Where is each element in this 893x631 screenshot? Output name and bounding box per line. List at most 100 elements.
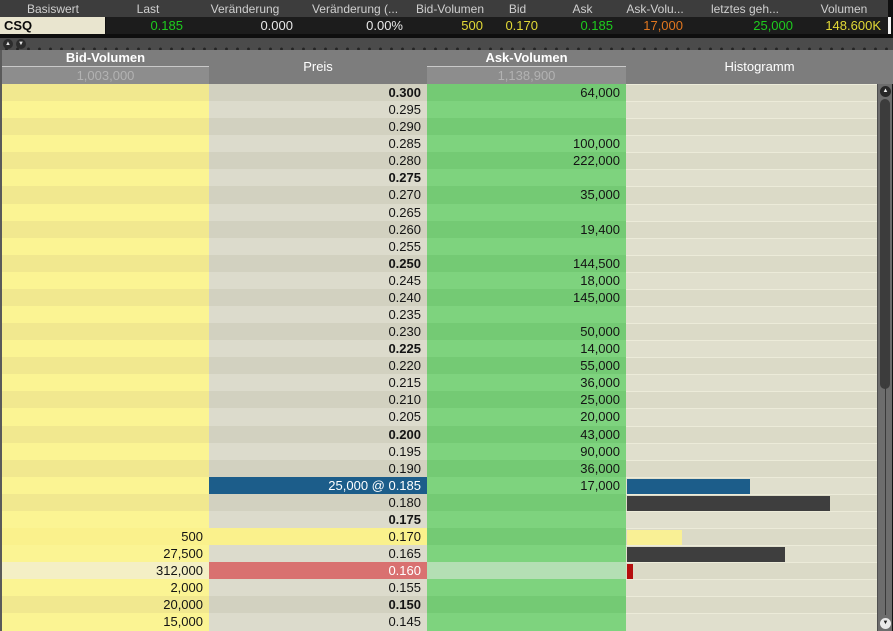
ask-volume-cell[interactable] <box>427 613 626 630</box>
ask-volume-cell[interactable]: 25,000 <box>427 391 626 408</box>
ask-volume-cell[interactable] <box>427 169 626 186</box>
price-cell[interactable]: 0.280 <box>209 152 427 169</box>
price-cell[interactable]: 0.165 <box>209 545 427 562</box>
ask-volume-cell[interactable] <box>427 545 626 562</box>
bid-volume-cell[interactable]: 27,500 <box>2 545 209 562</box>
bid-volume-cell[interactable] <box>2 340 209 357</box>
bid-volume-cell[interactable] <box>2 169 209 186</box>
ticker-col-header-ver-nderung[interactable]: Veränderung <box>190 0 300 17</box>
price-cell[interactable]: 0.205 <box>209 408 427 425</box>
price-cell[interactable]: 0.255 <box>209 238 427 255</box>
ask-volume-cell[interactable] <box>427 596 626 613</box>
price-cell[interactable]: 0.220 <box>209 357 427 374</box>
ask-volume-cell[interactable] <box>427 528 626 545</box>
ask-volume-cell[interactable]: 90,000 <box>427 443 626 460</box>
ticker-col-header-letztes-geh[interactable]: letztes geh... <box>690 0 800 17</box>
ask-volume-cell[interactable] <box>427 494 626 511</box>
scrollbar-up-button[interactable]: ▲ <box>880 86 891 97</box>
bid-volume-cell[interactable] <box>2 408 209 425</box>
bid-volume-cell[interactable]: 20,000 <box>2 596 209 613</box>
bid-volume-cell[interactable] <box>2 426 209 443</box>
collapse-up-button[interactable]: ▲ <box>3 39 13 49</box>
ticker-col-header-ver-nderung[interactable]: Veränderung (... <box>300 0 410 17</box>
vertical-scrollbar[interactable]: ▲ ▼ <box>877 84 893 631</box>
ticker-value-letztes-geh[interactable]: 25,000 <box>690 17 800 34</box>
ticker-col-header-volumen[interactable]: Volumen <box>800 0 888 17</box>
ask-volume-cell[interactable] <box>427 238 626 255</box>
price-cell[interactable]: 0.300 <box>209 84 427 101</box>
price-cell[interactable]: 0.285 <box>209 135 427 152</box>
ticker-col-header-last[interactable]: Last <box>106 0 190 17</box>
ask-volume-cell[interactable]: 20,000 <box>427 408 626 425</box>
bid-volume-cell[interactable] <box>2 477 209 494</box>
ticker-value-volumen[interactable]: 148.600K <box>800 17 888 34</box>
bid-volume-cell[interactable] <box>2 238 209 255</box>
ticker-col-header-ask-volu[interactable]: Ask-Volu... <box>620 0 690 17</box>
ticker-value-ver-nderung[interactable]: 0.00% <box>300 17 410 34</box>
bid-volume-cell[interactable] <box>2 101 209 118</box>
price-cell[interactable]: 0.260 <box>209 221 427 238</box>
price-cell[interactable]: 0.290 <box>209 118 427 135</box>
bid-volume-cell[interactable] <box>2 357 209 374</box>
bid-volume-cell[interactable] <box>2 152 209 169</box>
price-cell[interactable]: 0.170 <box>209 528 427 545</box>
scrollbar-thumb[interactable] <box>880 99 890 389</box>
ask-volume-cell[interactable]: 19,400 <box>427 221 626 238</box>
price-cell[interactable]: 0.190 <box>209 460 427 477</box>
price-cell[interactable]: 0.180 <box>209 494 427 511</box>
price-cell[interactable]: 0.210 <box>209 391 427 408</box>
ticker-col-header-basiswert[interactable]: Basiswert <box>0 0 106 17</box>
ticker-col-header-bid[interactable]: Bid <box>490 0 545 17</box>
price-cell[interactable]: 0.230 <box>209 323 427 340</box>
ask-volume-cell[interactable]: 100,000 <box>427 135 626 152</box>
bid-volume-cell[interactable] <box>2 289 209 306</box>
ask-volume-cell[interactable]: 144,500 <box>427 255 626 272</box>
ask-volume-cell[interactable]: 35,000 <box>427 186 626 203</box>
ask-volume-cell[interactable]: 36,000 <box>427 374 626 391</box>
ask-volume-cell[interactable]: 36,000 <box>427 460 626 477</box>
ask-volume-cell[interactable] <box>427 579 626 596</box>
ask-volume-cell[interactable]: 43,000 <box>427 426 626 443</box>
price-cell[interactable]: 0.265 <box>209 204 427 221</box>
ticker-col-header-bid-volumen[interactable]: Bid-Volumen <box>410 0 490 17</box>
ask-volume-cell[interactable] <box>427 562 626 579</box>
ticker-value-row[interactable]: CSQ0.1850.0000.00%5000.1700.18517,00025,… <box>0 17 893 34</box>
price-cell[interactable]: 0.225 <box>209 340 427 357</box>
ask-volume-cell[interactable] <box>427 204 626 221</box>
price-cell[interactable]: 25,000 @ 0.185 <box>209 477 427 494</box>
dotted-splitter[interactable]: ▲ ▼ <box>0 38 893 50</box>
bid-volume-cell[interactable] <box>2 186 209 203</box>
bid-volume-cell[interactable] <box>2 255 209 272</box>
ticker-value-ask[interactable]: 0.185 <box>545 17 620 34</box>
bid-volume-cell[interactable] <box>2 443 209 460</box>
ask-volume-cell[interactable]: 14,000 <box>427 340 626 357</box>
price-cell[interactable]: 0.235 <box>209 306 427 323</box>
price-cell[interactable]: 0.200 <box>209 426 427 443</box>
collapse-down-button[interactable]: ▼ <box>16 39 26 49</box>
ask-volume-cell[interactable]: 17,000 <box>427 477 626 494</box>
scrollbar-track[interactable] <box>885 384 886 615</box>
ticker-value-last[interactable]: 0.185 <box>106 17 190 34</box>
price-cell[interactable]: 0.295 <box>209 101 427 118</box>
price-cell[interactable]: 0.275 <box>209 169 427 186</box>
bid-volume-cell[interactable]: 500 <box>2 528 209 545</box>
ask-volume-cell[interactable]: 50,000 <box>427 323 626 340</box>
bid-volume-cell[interactable] <box>2 221 209 238</box>
bid-volume-cell[interactable] <box>2 323 209 340</box>
bid-volume-cell[interactable] <box>2 306 209 323</box>
price-cell[interactable]: 0.175 <box>209 511 427 528</box>
price-cell[interactable]: 0.215 <box>209 374 427 391</box>
ask-volume-cell[interactable]: 18,000 <box>427 272 626 289</box>
ticker-value-ver-nderung[interactable]: 0.000 <box>190 17 300 34</box>
bid-volume-cell[interactable] <box>2 391 209 408</box>
ask-volume-cell[interactable] <box>427 306 626 323</box>
ask-volume-cell[interactable]: 64,000 <box>427 84 626 101</box>
bid-volume-cell[interactable] <box>2 204 209 221</box>
ask-volume-cell[interactable]: 145,000 <box>427 289 626 306</box>
bid-volume-cell[interactable] <box>2 511 209 528</box>
price-cell[interactable]: 0.150 <box>209 596 427 613</box>
bid-volume-cell[interactable] <box>2 272 209 289</box>
bid-volume-cell[interactable] <box>2 135 209 152</box>
price-cell[interactable]: 0.245 <box>209 272 427 289</box>
bid-volume-cell[interactable]: 312,000 <box>2 562 209 579</box>
